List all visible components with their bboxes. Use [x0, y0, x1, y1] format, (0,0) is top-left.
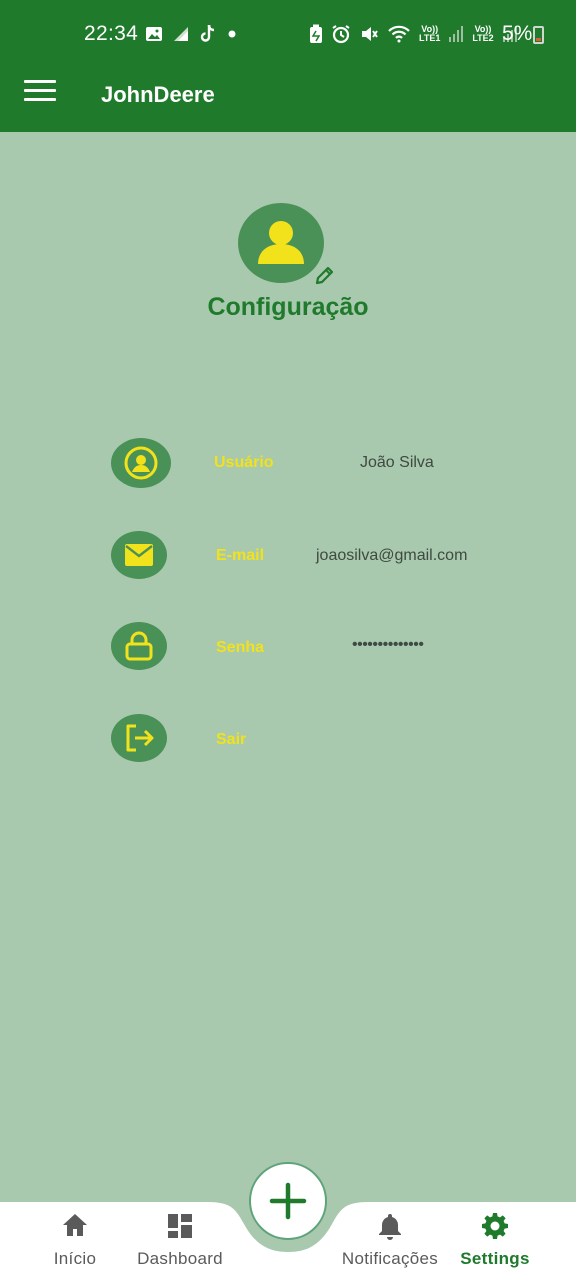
settings-row-password[interactable]: Senha •••••••••••••• [0, 622, 576, 672]
battery-percent: 5% [502, 22, 533, 45]
gear-icon [482, 1213, 508, 1239]
wifi-icon [388, 25, 410, 43]
settings-value-email: joaosilva@gmail.com [316, 547, 468, 564]
nav-settings-label: Settings [460, 1249, 530, 1268]
settings-row-email[interactable]: E-mail joaosilva@gmail.com [0, 531, 576, 581]
signal-icon [174, 27, 188, 41]
image-icon [146, 27, 162, 41]
tiktok-icon [200, 24, 215, 42]
settings-row-user[interactable]: Usuário João Silva [0, 438, 576, 488]
bell-icon [379, 1214, 401, 1240]
settings-row-logout[interactable]: Sair [0, 714, 576, 764]
settings-value-password: •••••••••••••• [352, 636, 424, 653]
lte1-icon: Vo)) LTE1 [419, 24, 441, 43]
nav-home-label: Início [53, 1249, 97, 1268]
pencil-icon[interactable] [313, 265, 335, 287]
nav-home[interactable]: Início [44, 1212, 106, 1269]
battery-icon [533, 26, 544, 44]
settings-label-logout: Sair [216, 731, 247, 748]
battery-saver-icon [310, 24, 322, 43]
mail-icon [111, 531, 167, 579]
menu-icon[interactable] [24, 80, 56, 106]
top-bar: 22:34 Vo)) LTE1 Vo)) LTE2 5% JohnDeere [0, 0, 576, 132]
alarm-icon [332, 25, 350, 44]
nav-dashboard[interactable]: Dashboard [133, 1212, 227, 1269]
settings-label-email: E-mail [216, 547, 265, 564]
mute-icon [362, 27, 378, 41]
settings-label-user: Usuário [214, 454, 274, 471]
add-button[interactable] [249, 1162, 327, 1240]
nav-notifications[interactable]: Notificações [336, 1212, 444, 1269]
dashboard-icon [168, 1214, 192, 1238]
app-title: JohnDeere [101, 82, 215, 107]
lock-icon [111, 622, 167, 670]
nav-dashboard-label: Dashboard [137, 1249, 223, 1268]
nav-notifications-label: Notificações [341, 1249, 439, 1268]
lte2-icon: Vo)) LTE2 [472, 24, 494, 43]
status-bar: 22:34 Vo)) LTE1 Vo)) LTE2 5% [0, 0, 576, 70]
plus-icon [269, 1182, 307, 1220]
user-circle-icon [111, 438, 171, 488]
status-time: 22:34 [84, 22, 139, 45]
user-avatar-icon[interactable] [238, 203, 324, 283]
settings-label-password: Senha [216, 639, 265, 656]
dot-icon [228, 30, 236, 38]
home-icon [63, 1214, 87, 1236]
page-title: Configuração [207, 293, 369, 321]
logout-icon [111, 714, 167, 762]
settings-value-user: João Silva [360, 454, 434, 471]
nav-settings[interactable]: Settings [456, 1212, 534, 1269]
signal-bars-1-icon [449, 26, 464, 42]
